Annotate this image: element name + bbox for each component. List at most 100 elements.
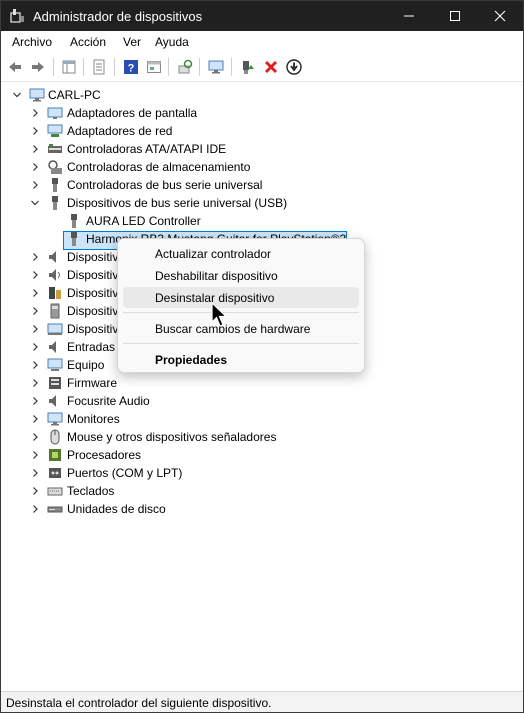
menu-archivo[interactable]: Archivo (12, 35, 52, 49)
network-adapter-icon (47, 124, 63, 137)
context-menu-label: Actualizar controlador (155, 247, 272, 261)
chevron-right-icon[interactable] (30, 341, 40, 353)
chevron-right-icon[interactable] (30, 413, 40, 425)
download-button[interactable] (285, 58, 303, 76)
back-icon (9, 62, 21, 72)
disk-drive-icon (47, 506, 63, 513)
forward-button[interactable] (29, 58, 47, 76)
chevron-right-icon[interactable] (30, 125, 40, 137)
help-button[interactable]: ? (122, 58, 140, 76)
tree-root[interactable]: CARL-PC (1, 86, 521, 104)
close-icon (494, 10, 506, 22)
tree-item-label: Puertos (COM y LPT) (67, 466, 183, 480)
usb-plug-icon (71, 232, 77, 246)
chevron-right-icon[interactable] (30, 179, 40, 191)
context-menu-disable-device[interactable]: Deshabilitar dispositivo (123, 265, 359, 286)
chevron-right-icon[interactable] (30, 431, 40, 443)
chevron-right-icon[interactable] (30, 287, 40, 299)
security-device-icon (49, 287, 61, 299)
chevron-right-icon[interactable] (30, 359, 40, 371)
context-menu: Actualizar controlador Deshabilitar disp… (117, 238, 365, 373)
toolbar-separator (83, 58, 84, 76)
tree-item[interactable]: Teclados (1, 482, 521, 500)
computer-icon (47, 358, 63, 371)
scan-hardware-button[interactable] (176, 58, 194, 76)
uninstall-button[interactable] (262, 58, 280, 76)
chevron-right-icon[interactable] (30, 449, 40, 461)
chevron-down-icon[interactable] (30, 197, 40, 209)
tree-item[interactable]: Firmware (1, 374, 521, 392)
tree-item[interactable]: Controladoras ATA/ATAPI IDE (1, 140, 521, 158)
close-button[interactable] (477, 1, 523, 31)
toolbar-separator (53, 58, 54, 76)
tree-item[interactable]: Adaptadores de pantalla (1, 104, 521, 122)
chevron-right-icon[interactable] (30, 467, 40, 479)
chevron-right-icon[interactable] (30, 503, 40, 515)
software-device-icon (50, 303, 60, 319)
tree-item-label: Monitores (67, 412, 120, 426)
back-button[interactable] (6, 58, 24, 76)
tree-item-label: AURA LED Controller (86, 214, 201, 228)
tree-item[interactable]: Monitores (1, 410, 521, 428)
menu-ayuda[interactable]: Ayuda (155, 35, 189, 49)
device-manager-window: Administrador de dispositivos Archivo Ac… (0, 0, 524, 713)
context-menu-label: Buscar cambios de hardware (155, 322, 311, 336)
tree-item-label: Focusrite Audio (67, 394, 150, 408)
tree-item[interactable]: Procesadores (1, 446, 521, 464)
ide-controller-icon (48, 144, 62, 153)
tree-item[interactable]: Mouse y otros dispositivos señaladores (1, 428, 521, 446)
chevron-right-icon[interactable] (30, 305, 40, 317)
port-icon (49, 468, 61, 478)
chevron-right-icon[interactable] (30, 485, 40, 497)
chevron-right-icon[interactable] (30, 269, 40, 281)
tree-item-label: Mouse y otros dispositivos señaladores (67, 430, 277, 444)
tree-item-label: Equipo (67, 358, 105, 372)
tree-item-label: Unidades de disco (67, 502, 166, 516)
chevron-right-icon[interactable] (30, 323, 40, 335)
chevron-right-icon[interactable] (30, 395, 40, 407)
device-manager-app-icon (10, 9, 24, 23)
monitor-button[interactable] (207, 58, 225, 76)
menu-ver[interactable]: Ver (123, 35, 141, 49)
chevron-right-icon[interactable] (30, 377, 40, 389)
maximize-button[interactable] (432, 1, 478, 31)
list-button[interactable] (90, 58, 108, 76)
chevron-right-icon[interactable] (30, 161, 40, 173)
usb-device-icon (52, 196, 58, 210)
view-button[interactable] (145, 58, 163, 76)
menu-bar: Archivo Acción Ver Ayuda (1, 31, 523, 53)
tree-item[interactable]: Controladoras de almacenamiento (1, 158, 521, 176)
device-tree[interactable]: CARL-PC Adaptadores de pantalla Adaptado… (1, 82, 523, 691)
toolbar: ? (1, 53, 523, 82)
properties-sheet-button[interactable] (60, 58, 78, 76)
properties-sheet-icon (62, 60, 76, 74)
tree-item[interactable]: Controladoras de bus serie universal (1, 176, 521, 194)
context-menu-label: Propiedades (155, 353, 228, 367)
tree-item[interactable]: Puertos (COM y LPT) (1, 464, 521, 482)
tree-item[interactable]: Focusrite Audio (1, 392, 521, 410)
system-device-icon (47, 323, 63, 335)
context-menu-properties[interactable]: Propiedades (123, 349, 359, 370)
audio-interface-icon (49, 395, 56, 407)
update-driver-button[interactable] (238, 58, 256, 76)
menu-accion[interactable]: Acción (70, 35, 106, 49)
chevron-down-icon[interactable] (12, 89, 22, 101)
tree-item-label: Adaptadores de pantalla (67, 106, 198, 120)
minimize-button[interactable] (386, 1, 432, 31)
tree-child-item[interactable]: AURA LED Controller (1, 212, 521, 230)
mouse-cursor-icon (211, 302, 228, 327)
forward-icon (32, 62, 44, 72)
chevron-right-icon[interactable] (30, 107, 40, 119)
tree-item-label: Procesadores (67, 448, 142, 462)
chevron-right-icon[interactable] (30, 251, 40, 263)
chevron-right-icon[interactable] (30, 143, 40, 155)
svg-text:?: ? (128, 63, 135, 75)
tree-item-label: Controladoras ATA/ATAPI IDE (67, 142, 227, 156)
tree-item-expanded[interactable]: Dispositivos de bus serie universal (USB… (1, 194, 521, 212)
context-menu-scan-hardware[interactable]: Buscar cambios de hardware (123, 318, 359, 339)
context-menu-uninstall-device[interactable]: Desinstalar dispositivo (123, 287, 359, 308)
tree-item[interactable]: Adaptadores de red (1, 122, 521, 140)
tree-item-label: Controladoras de almacenamiento (67, 160, 251, 174)
context-menu-update-driver[interactable]: Actualizar controlador (123, 243, 359, 264)
tree-item[interactable]: Unidades de disco (1, 500, 521, 518)
